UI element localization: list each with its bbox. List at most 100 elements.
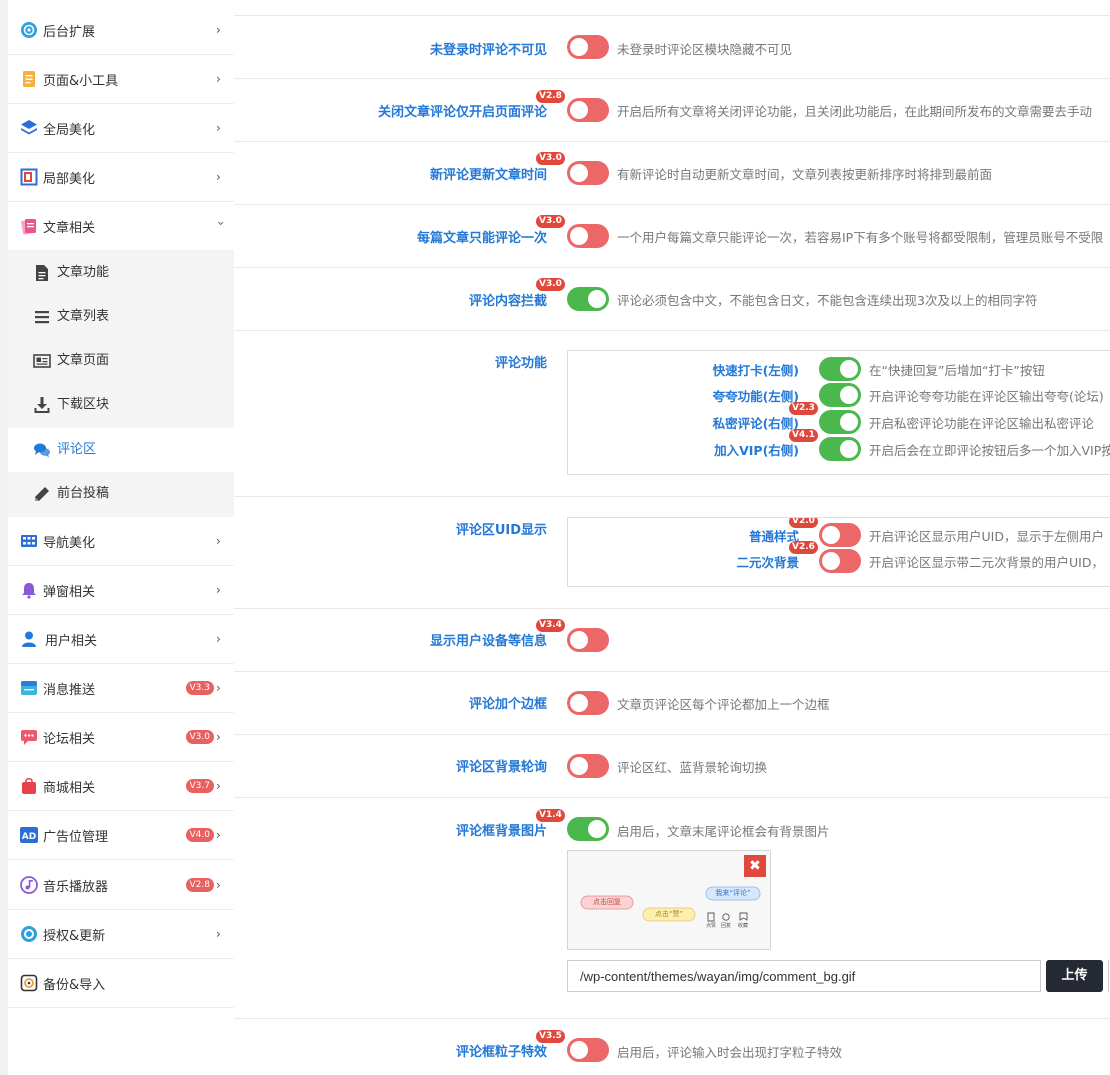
- backup-icon: [20, 974, 38, 992]
- chevron-down-icon: ›: [214, 221, 228, 226]
- version-badge: V1.4: [536, 809, 565, 822]
- sidebar-item-popup[interactable]: 弹窗相关 ›: [8, 566, 234, 615]
- version-badge: V3.0: [536, 152, 565, 165]
- submenu-item-label: 下载区块: [57, 397, 110, 412]
- download-icon: [34, 397, 50, 413]
- version-badge: V4.0: [185, 828, 214, 842]
- setting-toggle[interactable]: [567, 691, 609, 715]
- setting-description: 文章页评论区每个评论都加上一个边框: [617, 697, 830, 712]
- sub-setting-label: 快速打卡(左侧): [712, 363, 799, 378]
- version-badge: V2.0: [789, 518, 818, 528]
- image-path-input[interactable]: [567, 960, 1041, 992]
- setting-toggle[interactable]: [567, 817, 609, 841]
- submenu-item-article-list[interactable]: 文章列表: [8, 295, 234, 339]
- bell-icon: [22, 583, 36, 599]
- setting-toggle[interactable]: [567, 98, 609, 122]
- setting-toggle[interactable]: [567, 287, 609, 311]
- sidebar-item-pages-widgets[interactable]: 页面&小工具 ›: [8, 55, 234, 104]
- sidebar: 后台扩展 › 页面&小工具 › 全局美化 › 局部美化 › 文章相关 › 文章功…: [8, 0, 234, 1075]
- list-icon: [35, 311, 49, 324]
- setting-label: 每篇文章只能评论一次: [416, 231, 547, 246]
- sidebar-item-article-related[interactable]: 文章相关 ›: [8, 202, 234, 251]
- sidebar-item-label: 页面&小工具: [43, 73, 119, 89]
- sub-setting-toggle[interactable]: [819, 437, 861, 461]
- version-badge: V3.0: [185, 730, 214, 744]
- sidebar-item-global-styling[interactable]: 全局美化 ›: [8, 104, 234, 153]
- sub-setting-label: 夸夸功能(左侧): [712, 389, 799, 404]
- sub-setting-toggle[interactable]: [819, 523, 861, 547]
- version-badge: V2.6: [789, 541, 818, 554]
- setting-toggle[interactable]: [567, 35, 609, 59]
- setting-label: 评论框背景图片: [455, 824, 547, 839]
- setting-label: 关闭文章评论仅开启页面评论: [377, 105, 547, 120]
- submenu-item-article-page[interactable]: 文章页面: [8, 339, 234, 383]
- sidebar-item-forum[interactable]: 论坛相关 V3.0 ›: [8, 713, 234, 762]
- submenu-item-front-submission[interactable]: 前台投稿: [8, 472, 234, 516]
- sidebar-item-ad-management[interactable]: AD 广告位管理 V4.0 ›: [8, 811, 234, 860]
- sidebar-item-label: 局部美化: [43, 171, 96, 187]
- sidebar-item-nav-styling[interactable]: 导航美化 ›: [8, 517, 234, 566]
- sidebar-item-label: 文章相关: [43, 220, 96, 236]
- preview-icon-label: 回复: [720, 923, 731, 929]
- sidebar-item-backend-extension[interactable]: 后台扩展 ›: [8, 6, 234, 55]
- version-badge: V3.5: [536, 1030, 565, 1043]
- ad-icon: AD: [20, 827, 38, 843]
- sub-setting-label: 加入VIP(右侧): [714, 443, 799, 458]
- sidebar-item-backup-import[interactable]: 备份&导入: [8, 959, 234, 1008]
- sidebar-item-shop[interactable]: 商城相关 V3.7 ›: [8, 762, 234, 811]
- setting-row: 评论加个边框 文章页评论区每个评论都加上一个边框: [234, 672, 1110, 735]
- chevron-right-icon: ›: [216, 828, 221, 842]
- version-badge: V3.7: [185, 779, 214, 793]
- sidebar-item-music-player[interactable]: 音乐播放器 V2.8 ›: [8, 861, 234, 910]
- sidebar-item-license-update[interactable]: 授权&更新 ›: [8, 910, 234, 959]
- submenu-item-download-block[interactable]: 下载区块: [8, 383, 234, 427]
- setting-row: 评论区背景轮询 评论区红、蓝背景轮询切换: [234, 735, 1110, 798]
- sidebar-item-label: 音乐播放器: [43, 879, 109, 895]
- version-badge: V2.8: [185, 878, 214, 892]
- sub-setting-toggle[interactable]: [819, 549, 861, 573]
- chevron-right-icon: ›: [216, 681, 221, 695]
- sub-setting-description: 开启评论区显示用户UID，显示于左侧用户: [869, 529, 1104, 544]
- setting-row-uid-display: 评论区UID显示 普通样式 V2.0 开启评论区显示用户UID，显示于左侧用户 …: [234, 497, 1110, 609]
- chevron-right-icon: ›: [216, 534, 221, 548]
- setting-toggle[interactable]: [567, 161, 609, 185]
- setting-description: 未登录时评论区模块隐藏不可见: [617, 42, 793, 57]
- sub-setting-toggle[interactable]: [819, 357, 861, 381]
- version-badge: V3.0: [536, 278, 565, 291]
- setting-toggle[interactable]: [567, 1038, 609, 1062]
- setting-row: 评论框粒子特效 V3.5 启用后，评论输入时会出现打字粒子特效: [234, 1019, 1110, 1075]
- sub-setting-label: 私密评论(右侧): [712, 416, 799, 431]
- upload-button[interactable]: 上传: [1046, 960, 1103, 992]
- setting-toggle[interactable]: [567, 224, 609, 248]
- version-badge: V2.3: [789, 402, 818, 415]
- sub-setting-description: 开启私密评论功能在评论区输出私密评论: [869, 416, 1095, 431]
- setting-row-comment-functions: 评论功能 快速打卡(左侧) 在“快捷回复”后增加“打卡”按钮 夸夸功能(左侧) …: [234, 331, 1110, 497]
- sub-setting-toggle[interactable]: [819, 410, 861, 434]
- setting-row: 新评论更新文章时间 V3.0 有新评论时自动更新文章时间，文章列表按更新排序时将…: [234, 142, 1110, 205]
- sub-setting-toggle[interactable]: [819, 383, 861, 407]
- layers-icon: [21, 120, 37, 135]
- submenu-item-label: 文章功能: [57, 265, 110, 280]
- setting-toggle[interactable]: [567, 754, 609, 778]
- submenu-item-article-function[interactable]: 文章功能: [8, 251, 234, 295]
- sidebar-item-local-styling[interactable]: 局部美化 ›: [8, 153, 234, 202]
- chevron-right-icon: ›: [216, 779, 221, 793]
- setting-description: 启用后，文章末尾评论框会有背景图片: [617, 824, 830, 839]
- article-icon: [21, 219, 36, 235]
- setting-label: 未登录时评论不可见: [429, 43, 547, 58]
- submenu-item-comment-area[interactable]: 评论区: [8, 428, 234, 472]
- version-badge: V3.0: [536, 215, 565, 228]
- page-icon: [33, 354, 51, 368]
- svg-text:AD: AD: [22, 832, 36, 842]
- preview-bubble-right: 我来“评论”: [715, 889, 751, 897]
- version-badge: V3.4: [536, 619, 565, 632]
- sidebar-item-message-push[interactable]: 消息推送 V3.3 ›: [8, 664, 234, 713]
- sidebar-item-user[interactable]: 用户相关 ›: [8, 615, 234, 664]
- setting-row: 评论内容拦截 V3.0 评论必须包含中文，不能包含日文，不能包含连续出现3次及以…: [234, 268, 1110, 331]
- article-submenu: 文章功能 文章列表 文章页面 下载区块 评论区 前台投稿: [8, 251, 234, 517]
- sidebar-item-label: 商城相关: [43, 780, 96, 796]
- music-icon: [20, 876, 38, 894]
- setting-label: 评论内容拦截: [468, 294, 547, 309]
- setting-label: 新评论更新文章时间: [429, 168, 547, 183]
- setting-toggle[interactable]: [567, 628, 609, 652]
